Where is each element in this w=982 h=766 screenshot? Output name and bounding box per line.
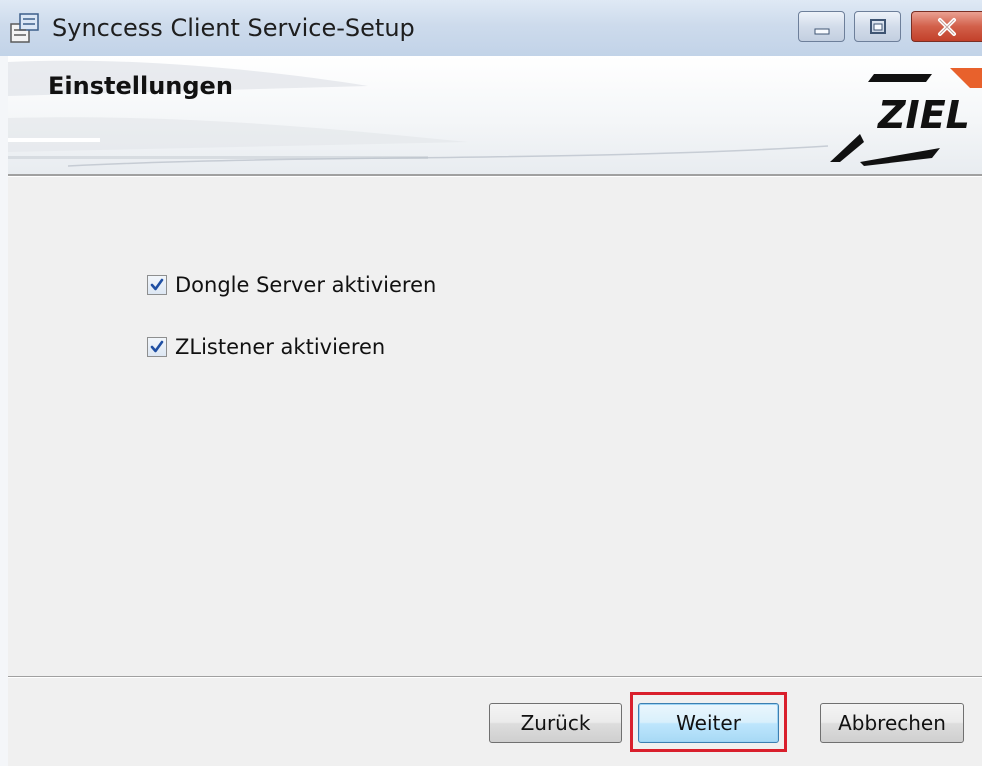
close-icon (938, 18, 956, 36)
checkmark-icon (150, 340, 164, 353)
back-button[interactable]: Zurück (489, 703, 622, 743)
maximize-button[interactable] (854, 11, 901, 42)
ziel-logo: ZIEL (830, 68, 982, 166)
close-button[interactable] (911, 11, 982, 42)
page-title: Einstellungen (48, 72, 233, 100)
setup-app-icon (10, 13, 39, 43)
title-bar[interactable]: Synccess Client Service-Setup (0, 0, 982, 56)
minimize-button[interactable] (798, 11, 845, 42)
setup-window: Synccess Client Service-Setup Einstellun… (0, 0, 982, 766)
banner-divider (8, 174, 982, 177)
cancel-button[interactable]: Abbrechen (820, 703, 964, 743)
maximize-icon (870, 19, 886, 34)
option-dongle-server[interactable]: Dongle Server aktivieren (147, 272, 436, 298)
dongle-server-label: Dongle Server aktivieren (175, 273, 437, 297)
minimize-icon (814, 28, 830, 35)
logo-text: ZIEL (877, 93, 970, 137)
window-title: Synccess Client Service-Setup (52, 14, 415, 42)
checkmark-icon (150, 278, 164, 291)
footer-divider (8, 676, 982, 678)
zlistener-checkbox[interactable] (147, 337, 167, 357)
zlistener-label: ZListener aktivieren (175, 335, 386, 359)
window-frame-left (0, 56, 8, 766)
option-zlistener[interactable]: ZListener aktivieren (147, 334, 385, 360)
header-banner: Einstellungen ZIEL (8, 56, 982, 174)
dongle-server-checkbox[interactable] (147, 275, 167, 295)
next-button-highlight (630, 692, 787, 752)
